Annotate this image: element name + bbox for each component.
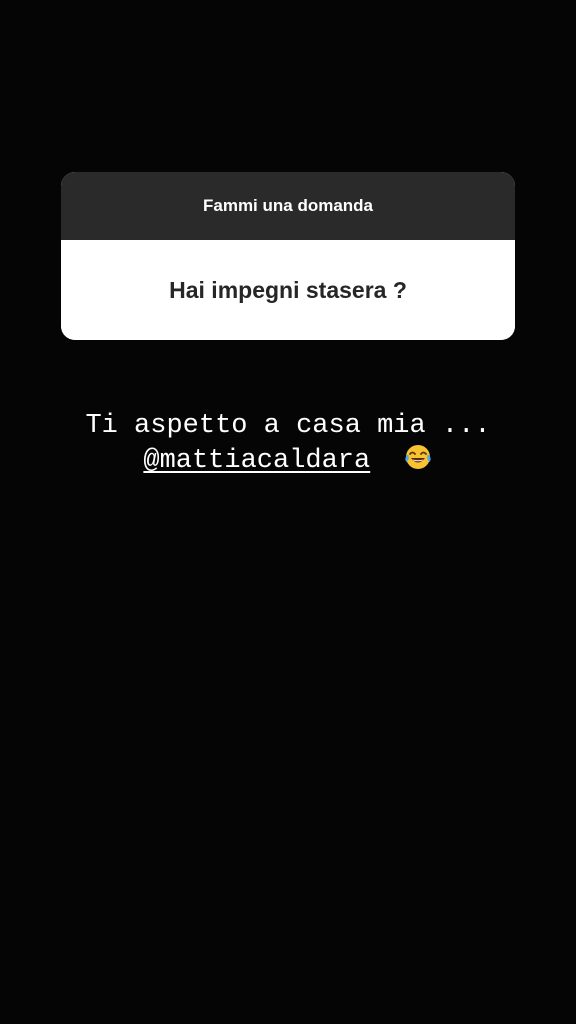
caption-line: Ti aspetto a casa mia ... [85, 411, 491, 441]
story-caption: Ti aspetto a casa mia ... @mattiacaldara [0, 410, 576, 478]
question-sticker-title: Fammi una domanda [202, 196, 374, 215]
question-sticker-header: Fammi una domanda [61, 172, 515, 240]
tears-of-joy-icon [403, 443, 433, 471]
story-canvas: Fammi una domanda Hai impegni stasera ? … [0, 0, 576, 1024]
question-sticker[interactable]: Fammi una domanda Hai impegni stasera ? [61, 172, 515, 340]
question-text: Hai impegni stasera ? [169, 276, 407, 303]
question-sticker-body: Hai impegni stasera ? [61, 240, 515, 340]
mention-link[interactable]: @mattiacaldara [143, 446, 370, 476]
